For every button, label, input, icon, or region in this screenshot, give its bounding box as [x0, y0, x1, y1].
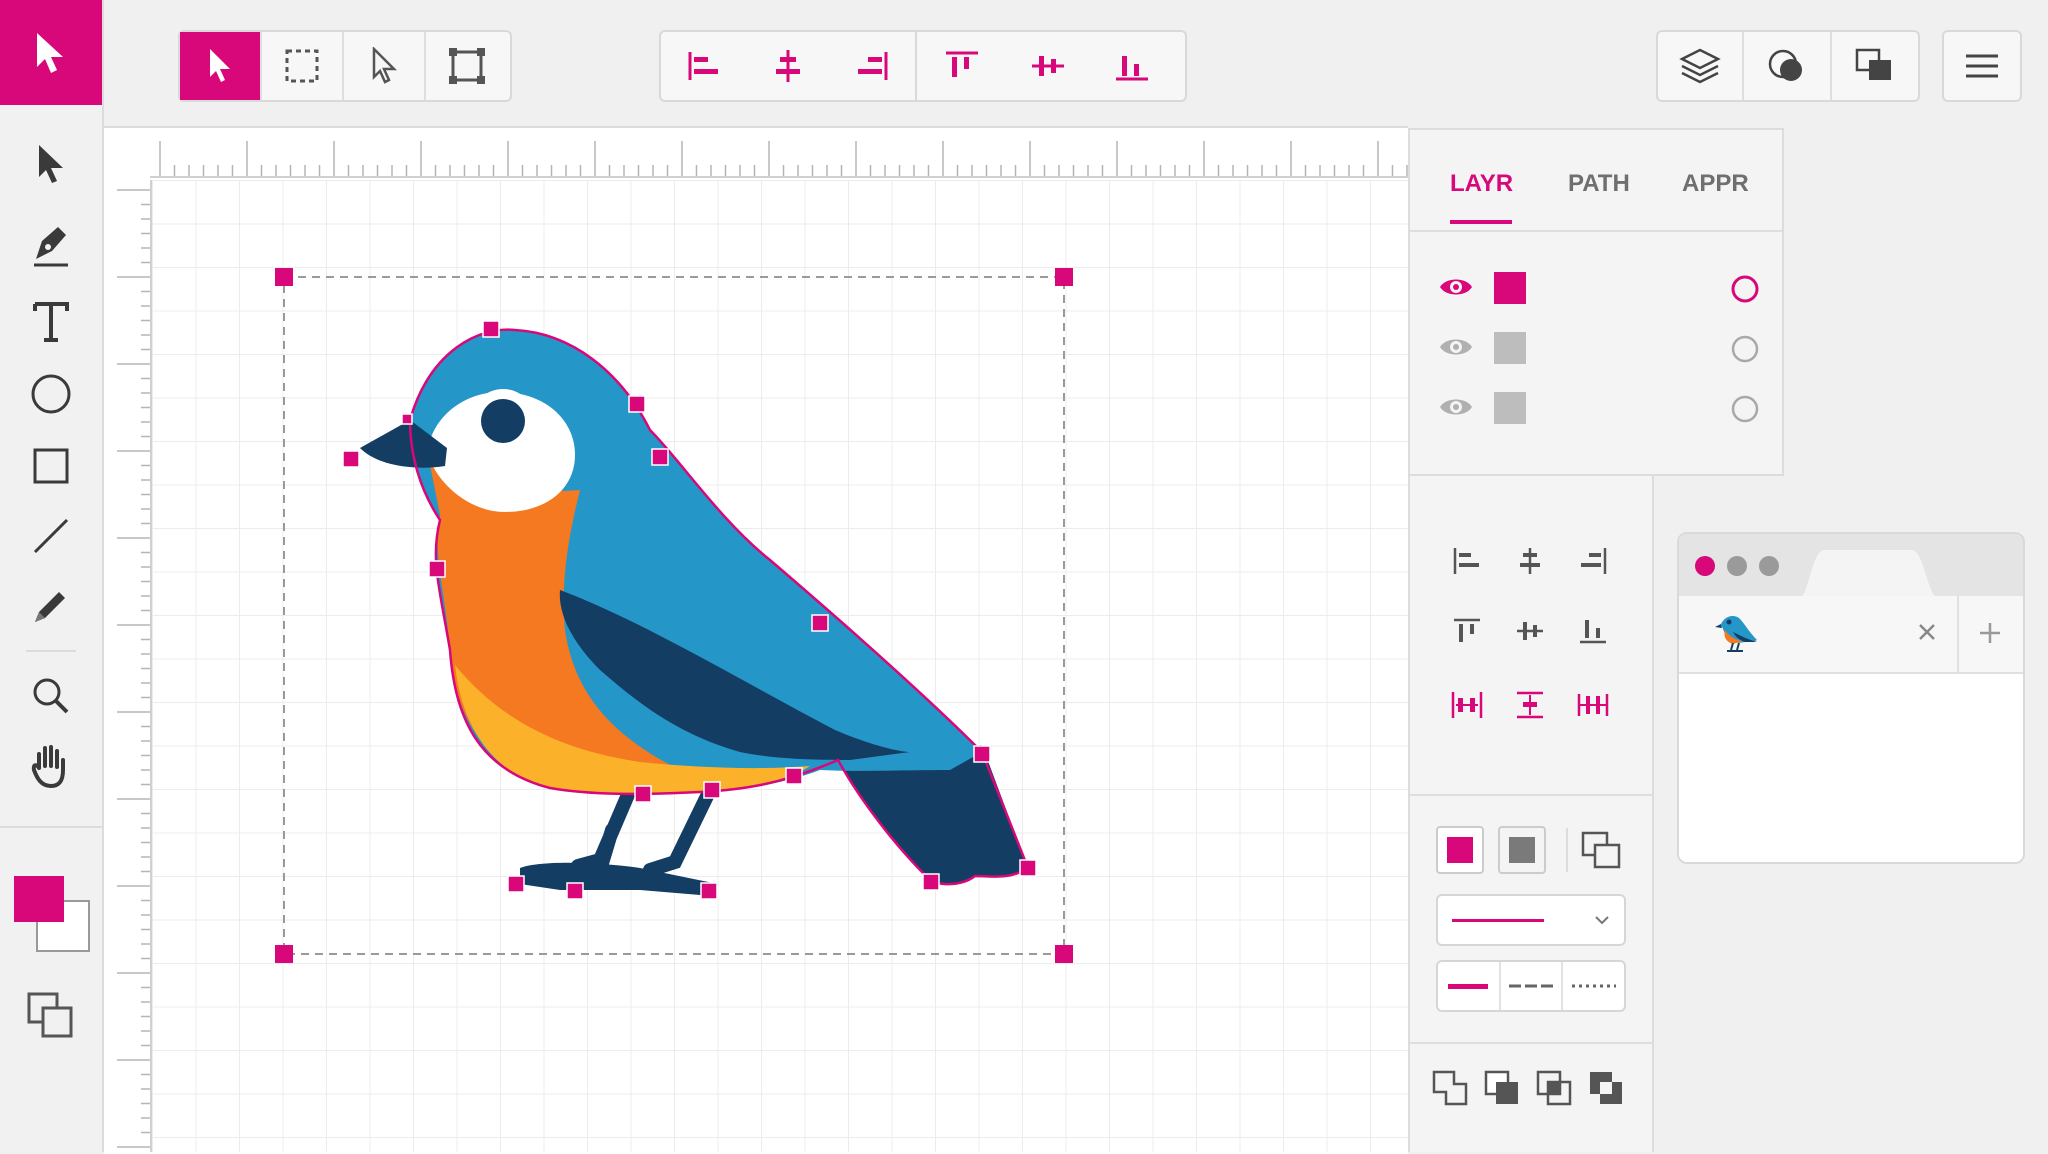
- dotted-line-icon[interactable]: [1563, 962, 1624, 1010]
- zoom-icon[interactable]: [19, 664, 83, 728]
- pencil-icon[interactable]: [19, 574, 83, 638]
- tab-layers[interactable]: LAYR: [1450, 170, 1513, 198]
- line-icon[interactable]: [19, 504, 83, 568]
- eye-icon[interactable]: [1438, 272, 1474, 302]
- left-toolbar: [0, 0, 104, 1152]
- align-tools-group: [659, 30, 1187, 102]
- tab-appearance[interactable]: APPR: [1682, 170, 1749, 198]
- stroke-style-dropdown[interactable]: [1436, 894, 1626, 946]
- solid-line-icon[interactable]: [1438, 962, 1501, 1010]
- window-minimize-icon[interactable]: [1727, 556, 1747, 576]
- bird-feet[interactable]: [520, 862, 718, 896]
- line-style-selector: [1436, 960, 1626, 1012]
- layer-row[interactable]: [1438, 268, 1760, 310]
- layer-target-icon[interactable]: [1730, 394, 1760, 424]
- align-top-icon[interactable]: [917, 32, 1007, 100]
- new-tab-icon[interactable]: [1977, 620, 2003, 646]
- window-close-icon[interactable]: [1695, 556, 1715, 576]
- panel-align-top-icon[interactable]: [1440, 604, 1494, 658]
- stroke-preview-line: [1452, 919, 1544, 922]
- layer-swatch: [1494, 332, 1526, 364]
- align-center-h-icon[interactable]: [747, 32, 829, 100]
- eye-icon[interactable]: [1438, 392, 1474, 422]
- panel-divider: [1410, 794, 1652, 796]
- layer-row[interactable]: [1438, 388, 1760, 430]
- panel-divider: [1410, 1042, 1652, 1044]
- stroke-toggle-button[interactable]: [1498, 826, 1546, 874]
- vertical-ruler[interactable]: [112, 180, 152, 1152]
- browser-content: [1679, 674, 2023, 862]
- dashed-line-icon[interactable]: [1501, 962, 1564, 1010]
- panel-align-bottom-icon[interactable]: [1566, 604, 1620, 658]
- tab-path[interactable]: PATH: [1568, 170, 1630, 198]
- selection-arrow-icon[interactable]: [180, 32, 262, 100]
- menu-group: [1942, 30, 2022, 102]
- fill-color-swatch[interactable]: [14, 876, 64, 922]
- panel-align-left-icon[interactable]: [1440, 534, 1494, 588]
- app-logo-icon: [0, 0, 102, 105]
- direct-select-icon[interactable]: [344, 32, 426, 100]
- exclude-icon[interactable]: [1586, 1068, 1626, 1108]
- intersect-icon[interactable]: [1534, 1068, 1574, 1108]
- layer-swatch: [1494, 272, 1526, 304]
- tab-divider: [1957, 596, 1959, 672]
- align-left-icon[interactable]: [661, 32, 747, 100]
- menu-icon[interactable]: [1944, 32, 2020, 100]
- chevron-down-icon: [1595, 916, 1609, 925]
- ellipse-icon[interactable]: [19, 362, 83, 426]
- panel-align-center-icon[interactable]: [1503, 534, 1557, 588]
- fill-toggle-button[interactable]: [1436, 826, 1484, 874]
- selection-tools-group: [178, 30, 512, 102]
- distribute-horizontal-icon[interactable]: [1440, 678, 1494, 732]
- browser-preview-window: [1677, 532, 2025, 864]
- properties-panel: [1408, 476, 1654, 1152]
- bird-artwork[interactable]: [152, 180, 1408, 1152]
- window-maximize-icon[interactable]: [1759, 556, 1779, 576]
- unite-icon[interactable]: [1430, 1068, 1470, 1108]
- horizontal-ruler[interactable]: [150, 138, 1408, 178]
- layers-icon[interactable]: [1658, 32, 1744, 100]
- bird-favicon-icon[interactable]: [1713, 610, 1763, 656]
- bird-eye-icon: [481, 399, 525, 443]
- distribute-spacing-icon[interactable]: [1566, 678, 1620, 732]
- panel-divider: [1566, 828, 1568, 872]
- marquee-icon[interactable]: [262, 32, 344, 100]
- rectangle-icon[interactable]: [19, 434, 83, 498]
- arrange-icon[interactable]: [1832, 32, 1918, 100]
- select-arrow-icon[interactable]: [19, 132, 83, 196]
- layer-target-icon[interactable]: [1730, 334, 1760, 364]
- align-bottom-icon[interactable]: [1089, 32, 1175, 100]
- layer-target-icon[interactable]: [1730, 274, 1760, 304]
- pen-icon[interactable]: [19, 212, 83, 276]
- swap-fill-stroke-icon[interactable]: [1580, 830, 1624, 872]
- panel-divider: [1410, 230, 1782, 232]
- text-icon[interactable]: [19, 290, 83, 354]
- layer-swatch: [1494, 392, 1526, 424]
- layer-row[interactable]: [1438, 328, 1760, 370]
- toolbar-divider: [0, 826, 102, 828]
- distribute-vertical-icon[interactable]: [1503, 678, 1557, 732]
- align-middle-v-icon[interactable]: [1007, 32, 1089, 100]
- align-right-icon[interactable]: [829, 32, 915, 100]
- layers-panel: LAYR PATH APPR: [1408, 128, 1784, 476]
- swap-colors-icon[interactable]: [19, 984, 83, 1048]
- panel-align-middle-icon[interactable]: [1503, 604, 1557, 658]
- hand-icon[interactable]: [19, 734, 83, 798]
- minus-front-icon[interactable]: [1482, 1068, 1522, 1108]
- toolbar-divider: [26, 650, 76, 652]
- tab-close-icon[interactable]: [1915, 620, 1939, 644]
- browser-tab-shape: [1799, 550, 1939, 598]
- transform-icon[interactable]: [426, 32, 508, 100]
- panel-align-right-icon[interactable]: [1566, 534, 1620, 588]
- active-tab-indicator: [1450, 220, 1512, 224]
- view-tools-group: [1656, 30, 1920, 102]
- shapes-icon[interactable]: [1744, 32, 1832, 100]
- eye-icon[interactable]: [1438, 332, 1474, 362]
